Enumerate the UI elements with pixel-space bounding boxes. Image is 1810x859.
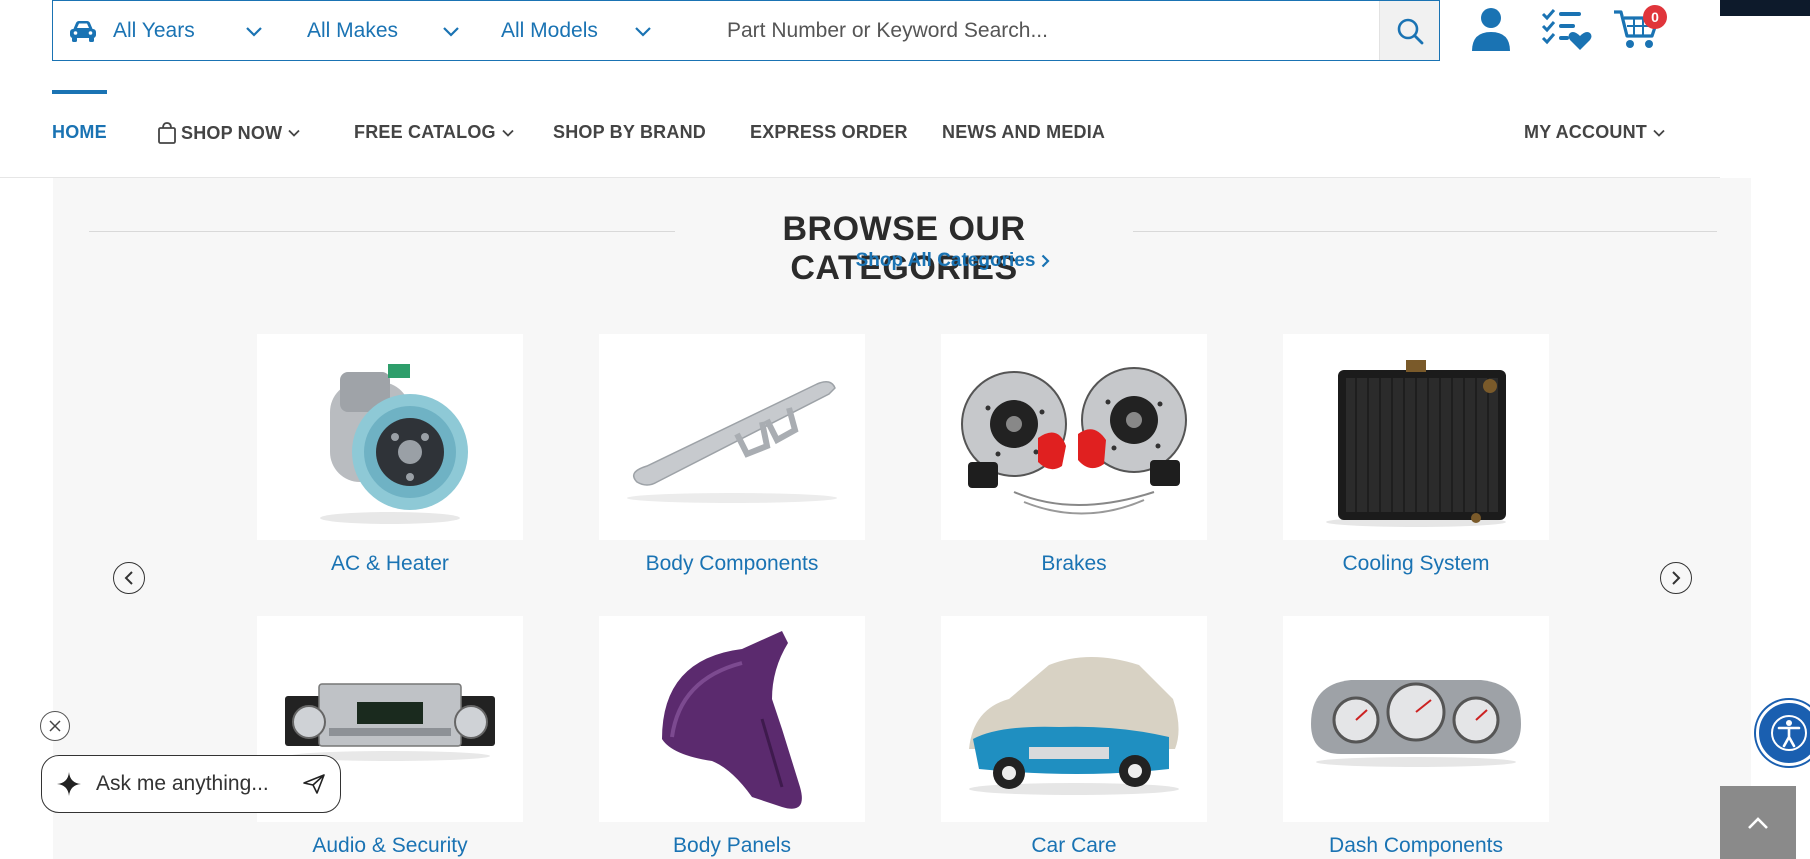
heading-rule-right — [1133, 231, 1717, 233]
search-input[interactable] — [687, 1, 1379, 60]
chevron-right-icon — [1042, 254, 1050, 268]
close-icon — [49, 720, 61, 732]
shop-all-categories-link[interactable]: Shop All Categories — [753, 250, 1153, 272]
category-card-audio-security[interactable]: Audio & Security — [257, 616, 523, 858]
category-card-dash-components[interactable]: Dash Components — [1283, 616, 1549, 858]
account-icon — [1472, 8, 1510, 51]
nav-free-catalog-label: FREE CATALOG — [354, 122, 496, 142]
search-icon — [1397, 18, 1423, 44]
fender-panel-image — [599, 616, 865, 822]
nav-my-account-label: MY ACCOUNT — [1524, 122, 1647, 142]
category-name: Body Components — [645, 552, 819, 575]
back-to-top-button[interactable] — [1720, 786, 1796, 859]
carousel-next-button[interactable] — [1660, 562, 1692, 594]
year-select-label: All Years — [113, 18, 195, 42]
nav-express-order-label: EXPRESS ORDER — [750, 122, 908, 142]
brake-kit-image — [941, 334, 1207, 540]
make-select-label: All Makes — [307, 18, 399, 42]
chevron-down-icon — [245, 25, 263, 37]
category-card-car-care[interactable]: Car Care — [941, 616, 1207, 858]
nav-shop-now[interactable]: SHOP NOW — [157, 122, 300, 144]
wishlist-button[interactable] — [1540, 6, 1592, 52]
category-name: Car Care — [1031, 834, 1117, 857]
category-card-body-panels[interactable]: Body Panels — [599, 616, 865, 858]
corner-banner — [1720, 0, 1810, 16]
nav-home[interactable]: HOME — [52, 122, 107, 143]
chevron-down-icon — [1653, 129, 1665, 137]
chat-prompt[interactable]: Ask me anything... — [96, 772, 302, 796]
vehicle-search-bar: All Years All Makes All Models — [52, 0, 1440, 61]
model-select[interactable]: All Models — [501, 1, 687, 60]
accessibility-button[interactable] — [1756, 700, 1810, 766]
send-icon[interactable] — [302, 773, 326, 795]
year-select[interactable]: All Years — [113, 1, 307, 60]
wishlist-icon — [1541, 9, 1592, 50]
car-icon — [53, 19, 113, 43]
chevron-down-icon — [288, 129, 300, 137]
heading-rule-left — [89, 231, 675, 233]
cart-button[interactable]: 0 — [1612, 5, 1667, 52]
chevron-up-icon — [1748, 816, 1768, 829]
chat-assistant-box[interactable]: Ask me anything... — [41, 755, 341, 813]
make-select[interactable]: All Makes — [307, 1, 501, 60]
categories-heading-row: BROWSE OUR CATEGORIES — [89, 210, 1717, 287]
nav-express-order[interactable]: EXPRESS ORDER — [750, 122, 908, 143]
category-name: Dash Components — [1329, 834, 1503, 857]
shop-all-categories-label: Shop All Categories — [855, 250, 1036, 271]
categories-title: BROWSE OUR CATEGORIES — [782, 210, 1026, 287]
carousel-prev-button[interactable] — [113, 562, 145, 594]
accessibility-icon — [1771, 715, 1807, 751]
nav-news-and-media[interactable]: NEWS AND MEDIA — [942, 122, 1105, 143]
model-select-label: All Models — [501, 18, 598, 42]
category-card-body-components[interactable]: Body Components — [599, 334, 865, 576]
category-card-cooling-system[interactable]: Cooling System — [1283, 334, 1549, 576]
nav-my-account[interactable]: MY ACCOUNT — [1524, 122, 1665, 143]
nav-shop-now-label: SHOP NOW — [181, 122, 283, 143]
chevron-down-icon — [634, 25, 652, 37]
nav-home-label: HOME — [52, 122, 107, 142]
category-name: Audio & Security — [312, 834, 468, 857]
shopping-bag-icon — [157, 122, 177, 144]
ac-compressor-image — [257, 334, 523, 540]
account-button[interactable] — [1470, 6, 1512, 52]
category-name: Brakes — [1041, 552, 1107, 575]
radiator-image — [1283, 334, 1549, 540]
nav-free-catalog[interactable]: FREE CATALOG — [354, 122, 514, 143]
category-card-ac-heater[interactable]: AC & Heater — [257, 334, 523, 576]
nav-shop-by-brand[interactable]: SHOP BY BRAND — [553, 122, 706, 143]
nav-shop-by-brand-label: SHOP BY BRAND — [553, 122, 706, 142]
cart-count-badge: 0 — [1643, 5, 1667, 29]
sparkle-icon — [56, 771, 84, 797]
chevron-down-icon — [502, 129, 514, 137]
category-name: Body Panels — [673, 834, 791, 857]
search-button[interactable] — [1379, 1, 1439, 60]
chevron-down-icon — [442, 25, 460, 37]
chat-close-button[interactable] — [40, 711, 70, 741]
covered-car-image — [941, 616, 1207, 822]
nav-news-and-media-label: NEWS AND MEDIA — [942, 122, 1106, 142]
main-nav: HOME SHOP NOW FREE CATALOG SHOP BY BRAND… — [0, 112, 1720, 156]
category-card-brakes[interactable]: Brakes — [941, 334, 1207, 576]
header-bar: All Years All Makes All Models Part Numb… — [0, 0, 1720, 70]
chevron-right-icon — [1672, 571, 1681, 585]
chevron-left-icon — [124, 571, 133, 585]
body-component-brace-image — [599, 334, 865, 540]
category-name: Cooling System — [1342, 552, 1490, 575]
dash-gauges-image — [1283, 616, 1549, 822]
category-name: AC & Heater — [331, 552, 449, 575]
nav-active-indicator — [52, 90, 107, 94]
